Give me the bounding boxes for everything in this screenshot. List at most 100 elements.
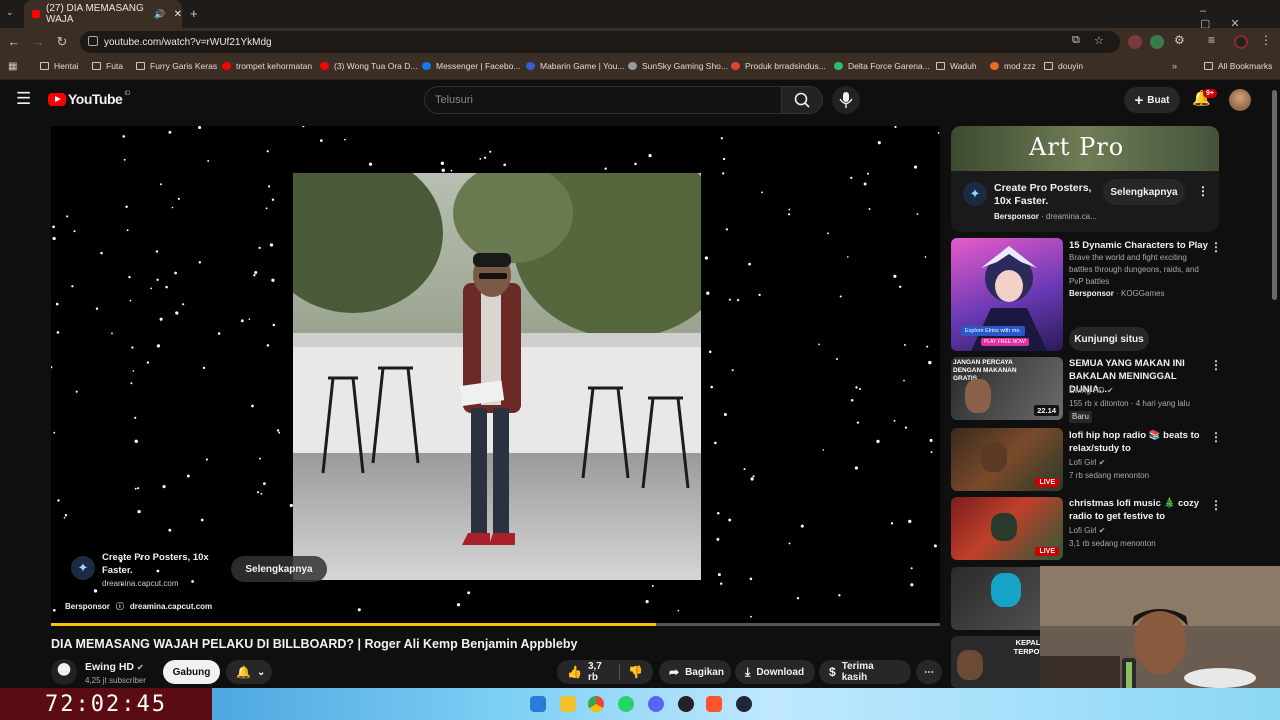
star-dot — [134, 487, 137, 490]
avatar[interactable] — [1229, 89, 1251, 111]
video-thumbnail[interactable]: LIVE — [951, 497, 1063, 560]
profile-avatar[interactable] — [1234, 35, 1248, 49]
more-actions-button[interactable]: ⋯ — [916, 660, 942, 684]
like-count[interactable]: 3,7 rb — [588, 661, 611, 683]
channel-name[interactable]: Lofi Girl ✔ — [1069, 457, 1106, 469]
channel-name[interactable]: Lofi Girl ✔ — [1069, 525, 1106, 537]
scrollbar[interactable] — [1272, 90, 1277, 300]
ad-cta-button[interactable]: Selengkapnya — [1103, 179, 1185, 205]
bookmark-item[interactable]: mod zzz — [990, 61, 1036, 71]
star-icon[interactable]: ☆ — [1094, 34, 1104, 47]
create-button[interactable]: + Buat — [1124, 87, 1180, 113]
game-ad-thumbnail[interactable]: Explore Elrios with me. PLAY FREE NOW! — [951, 238, 1063, 351]
ad-overlay[interactable]: ✦ Create Pro Posters, 10x Faster. dreami… — [65, 548, 327, 592]
bookmark-item[interactable]: Mabarin Game | You... — [526, 61, 624, 71]
video-title[interactable]: lofi hip hop radio 📚 beats to relax/stud… — [1069, 429, 1207, 455]
extension-icon[interactable] — [1150, 35, 1164, 49]
audio-icon[interactable]: 🔊 — [154, 9, 165, 20]
file-explorer-icon[interactable] — [560, 696, 576, 712]
visit-site-button[interactable]: Kunjungi situs — [1069, 327, 1149, 351]
extensions-puzzle-icon[interactable]: ⚙ — [1174, 33, 1185, 47]
star-dot — [171, 206, 174, 209]
back-icon[interactable]: ← — [4, 32, 24, 52]
progress-fill — [51, 623, 656, 626]
subscribe-bell-button[interactable]: 🔔 ⌄ — [226, 660, 272, 684]
more-options-icon[interactable]: ⋮ — [1210, 430, 1222, 444]
reading-list-icon[interactable]: ≡ — [1208, 33, 1215, 47]
search-button[interactable] — [781, 86, 823, 114]
new-tab-icon[interactable]: + — [190, 6, 198, 21]
search-input[interactable]: Telusuri — [424, 86, 782, 114]
more-options-icon[interactable]: ⋮ — [1210, 498, 1222, 512]
bookmark-item[interactable]: Waduh — [936, 61, 977, 71]
thanks-button[interactable]: $ Terima kasih — [819, 660, 911, 684]
window-controls[interactable]: –▢✕ — [1200, 5, 1280, 30]
url-field[interactable]: youtube.com/watch?v=rWUf21YkMdg ⧉ ☆ — [80, 31, 1120, 53]
download-button[interactable]: ⤓ Download — [735, 660, 815, 684]
star-dot — [122, 135, 125, 138]
sponsor-domain-link[interactable]: dreamina.capcut.com — [130, 602, 212, 611]
tab-active[interactable]: (27) DIA MEMASANG WAJA 🔊 ✕ — [24, 0, 182, 28]
bookmark-item[interactable]: Furry Garis Keras — [136, 61, 217, 71]
bookmark-item[interactable]: Delta Force Garena... — [834, 61, 930, 71]
ad-title[interactable]: Create Pro Posters, 10x Faster. — [994, 182, 1098, 208]
address-toolbar: ← → ↻ youtube.com/watch?v=rWUf21YkMdg ⧉ … — [0, 28, 1280, 56]
bookmark-item[interactable]: (3) Wong Tua Ora D... — [320, 61, 417, 71]
video-title[interactable]: christmas lofi music 🎄 cozy radio to get… — [1069, 497, 1207, 523]
bookmark-item[interactable]: douyin — [1044, 61, 1083, 71]
close-tab-icon[interactable]: ✕ — [174, 9, 182, 20]
folder-icon — [40, 62, 49, 70]
star-dot — [441, 168, 445, 172]
dislike-icon[interactable]: 👎 — [628, 665, 643, 679]
bookmark-item[interactable]: Hentai — [40, 61, 79, 71]
bookmark-item[interactable]: Messenger | Facebo... — [422, 61, 520, 71]
browser-menu-icon[interactable]: ⋮ — [1260, 33, 1272, 47]
sidebar-ad-card[interactable]: Art Pro ✦ Create Pro Posters, 10x Faster… — [951, 126, 1219, 232]
site-info-icon[interactable] — [88, 36, 98, 46]
bookmark-item[interactable]: SunSky Gaming Sho... — [628, 61, 728, 71]
more-bookmarks-icon[interactable]: » — [1172, 61, 1177, 71]
youtube-logo[interactable]: YouTube ID — [48, 91, 130, 107]
install-icon[interactable]: ⧉ — [1072, 34, 1080, 47]
app-icon[interactable] — [678, 696, 694, 712]
progress-bar[interactable] — [51, 623, 940, 626]
reload-icon[interactable]: ↻ — [52, 32, 72, 52]
bookmark-item[interactable]: trompet kehormatan — [222, 61, 312, 71]
video-thumbnail[interactable]: LIVE — [951, 428, 1063, 491]
more-options-icon[interactable]: ⋮ — [1210, 358, 1222, 372]
ad-title[interactable]: Create Pro Posters, 10x Faster. — [102, 551, 220, 577]
chrome-icon[interactable] — [588, 696, 604, 712]
channel-name[interactable]: Ewing HD ✔ — [85, 661, 144, 673]
video-thumbnail[interactable]: JANGAN PERCAYA DENGAN MAKANAN GRATIS 22.… — [951, 357, 1063, 420]
extension-icon[interactable] — [1128, 35, 1142, 49]
join-button[interactable]: Gabung — [163, 660, 220, 684]
forward-icon[interactable]: → — [28, 32, 48, 52]
whatsapp-icon[interactable] — [618, 696, 634, 712]
channel-name[interactable]: Ewing HD ✔ — [1069, 385, 1114, 397]
video-player[interactable]: ✦ Create Pro Posters, 10x Faster. dreami… — [51, 126, 940, 626]
bookmark-item[interactable]: Produk brradsindus... — [731, 61, 826, 71]
discord-icon[interactable] — [648, 696, 664, 712]
ad-cta-button[interactable]: Selengkapnya — [231, 556, 327, 582]
steam-icon[interactable] — [736, 696, 752, 712]
voice-search-button[interactable] — [832, 86, 860, 114]
ad-title[interactable]: 15 Dynamic Characters to Play — [1069, 239, 1209, 252]
info-icon[interactable]: ⓘ — [116, 601, 124, 612]
menu-icon[interactable]: ☰ — [16, 89, 31, 109]
tab-search-icon[interactable]: ⌄ — [6, 7, 14, 18]
like-icon[interactable]: 👍 — [567, 665, 582, 679]
star-dot — [863, 182, 867, 186]
more-options-icon[interactable]: ⋮ — [1197, 184, 1209, 198]
apps-grid-icon[interactable]: ▦ — [8, 61, 17, 72]
dreamina-logo-icon: ✦ — [963, 182, 987, 206]
notification-badge: 9+ — [1203, 89, 1217, 98]
windows-start-icon[interactable] — [530, 696, 546, 712]
channel-avatar[interactable] — [51, 659, 77, 685]
more-options-icon[interactable]: ⋮ — [1210, 240, 1222, 254]
bookmark-item[interactable]: Futa — [92, 61, 123, 71]
brave-icon[interactable] — [706, 696, 722, 712]
star-dot — [930, 451, 933, 454]
all-bookmarks[interactable]: All Bookmarks — [1204, 61, 1272, 71]
share-button[interactable]: ➦ Bagikan — [659, 660, 731, 684]
thanks-icon: $ — [829, 665, 836, 679]
